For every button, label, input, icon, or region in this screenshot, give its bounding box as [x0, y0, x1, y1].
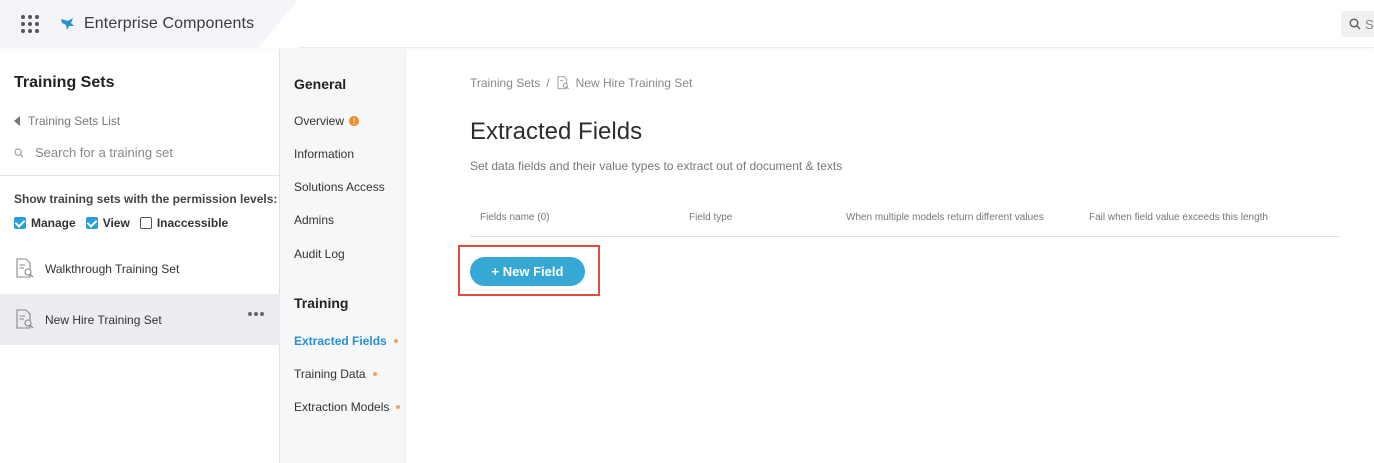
settings-nav: General Overview ! Information Solutions… [280, 49, 406, 463]
more-options-icon[interactable] [246, 312, 264, 316]
permission-filters: Manage View Inaccessible [14, 216, 238, 230]
nav-heading-training: Training [294, 295, 349, 311]
search-icon [1349, 18, 1361, 30]
status-dot-icon [396, 405, 401, 409]
filter-inaccessible-checkbox[interactable]: Inaccessible [139, 216, 229, 230]
app-grid-icon[interactable] [21, 15, 39, 33]
nav-item-label: Solutions Access [294, 180, 385, 194]
top-bar: Enterprise Components S [0, 0, 1374, 48]
nav-item-admins[interactable]: Admins [294, 213, 334, 227]
checkbox-checked-icon [85, 217, 98, 229]
divider [0, 175, 280, 176]
new-field-button[interactable]: + New Field [470, 257, 585, 286]
nav-item-label: Extraction Models [294, 400, 390, 414]
training-set-label: New Hire Training Set [45, 312, 162, 327]
search-icon [14, 147, 24, 158]
nav-item-label: Information [294, 147, 355, 161]
global-search[interactable]: S [1341, 11, 1374, 37]
main-content: Training Sets / New Hire Training Set Ex… [406, 49, 1374, 463]
back-to-list-link[interactable]: Training Sets List [14, 114, 120, 128]
training-set-label: Walkthrough Training Set [45, 261, 180, 276]
nav-item-label: Audit Log [294, 247, 345, 261]
warning-icon: ! [349, 116, 360, 126]
filter-label: Manage [31, 216, 76, 230]
back-link-label: Training Sets List [28, 114, 121, 128]
document-search-icon [557, 76, 569, 90]
status-dot-icon [393, 339, 398, 343]
caret-left-icon [14, 116, 20, 126]
page-subtitle: Set data fields and their value types to… [470, 159, 843, 173]
breadcrumb: Training Sets / New Hire Training Set [470, 76, 692, 90]
nav-item-information[interactable]: Information [294, 147, 354, 161]
document-search-icon [16, 258, 34, 278]
training-set-item-active[interactable]: New Hire Training Set [0, 294, 280, 345]
status-dot-icon [372, 372, 377, 376]
breadcrumb-separator: / [546, 76, 550, 90]
sidebar-title: Training Sets [14, 74, 115, 91]
column-header[interactable]: Field type [689, 212, 732, 223]
checkbox-checked-icon [14, 217, 26, 229]
filter-manage-checkbox[interactable]: Manage [14, 216, 76, 230]
filter-view-checkbox[interactable]: View [85, 216, 130, 230]
brand-area-edge [258, 0, 298, 48]
breadcrumb-root-link[interactable]: Training Sets [470, 76, 540, 90]
nav-item-overview[interactable]: Overview ! [294, 114, 360, 128]
page-title: Extracted Fields [470, 118, 643, 145]
search-placeholder: Search for a training set [35, 145, 174, 160]
nav-item-training-data[interactable]: Training Data [294, 367, 377, 381]
column-header[interactable]: Fields name (0) [480, 212, 549, 223]
training-set-search[interactable]: Search for a training set [14, 145, 264, 160]
training-sets-sidebar: Training Sets Training Sets List Search … [0, 49, 280, 463]
permission-label: Show training sets with the permission l… [14, 192, 278, 206]
fields-table-header: Fields name (0) Field type When multiple… [470, 207, 1340, 237]
column-header[interactable]: Fail when field value exceeds this lengt… [1089, 212, 1268, 223]
nav-item-label: Overview [294, 114, 345, 128]
filter-label: View [102, 216, 130, 230]
nav-heading-general: General [294, 76, 347, 92]
checkbox-unchecked-icon [139, 217, 152, 229]
app-title: Enterprise Components [84, 15, 255, 32]
highlight-box: + New Field [458, 245, 600, 296]
nav-item-label: Extracted Fields [294, 334, 387, 348]
nav-item-extraction-models[interactable]: Extraction Models [294, 400, 401, 414]
nav-item-label: Admins [294, 213, 335, 227]
bird-logo-icon [61, 18, 74, 30]
brand[interactable]: Enterprise Components [59, 12, 254, 36]
document-search-icon [16, 309, 34, 329]
global-search-placeholder: S [1365, 16, 1374, 32]
column-header[interactable]: When multiple models return different va… [846, 212, 1044, 223]
breadcrumb-current: New Hire Training Set [575, 76, 693, 90]
nav-item-label: Training Data [294, 367, 366, 381]
nav-item-solutions-access[interactable]: Solutions Access [294, 180, 385, 194]
filter-label: Inaccessible [156, 216, 229, 230]
nav-item-audit-log[interactable]: Audit Log [294, 247, 345, 261]
nav-item-extracted-fields[interactable]: Extracted Fields [294, 334, 398, 348]
training-set-item[interactable]: Walkthrough Training Set [0, 243, 280, 294]
